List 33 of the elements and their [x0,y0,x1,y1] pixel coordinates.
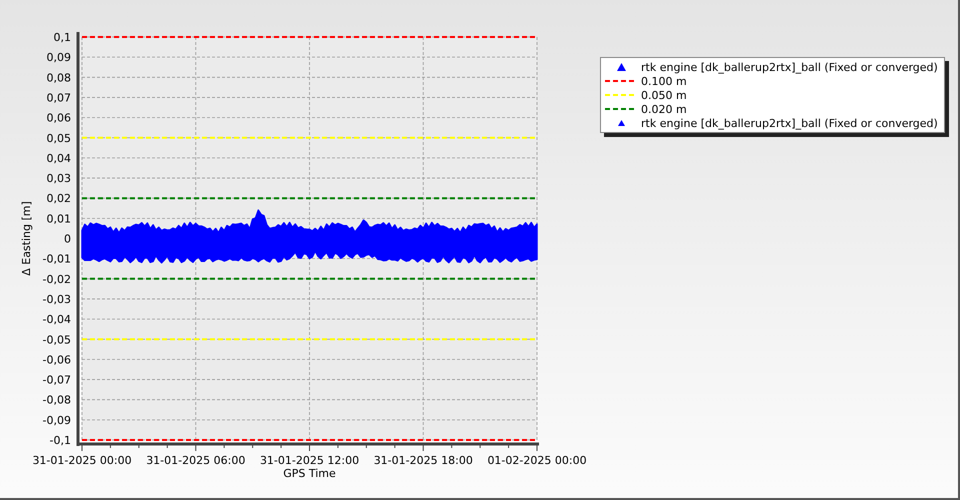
legend-label: 0.100 m [641,74,687,88]
axis-tick-label: -0,01 [42,252,71,266]
axis-tick-label: 0,06 [46,112,71,125]
axis-tick-label: 31-01-2025 00:00 [32,454,132,467]
axis-tick-label: -0,05 [42,333,71,346]
legend-label: 0.020 m [641,102,687,116]
axis-tick-label: -0,03 [42,292,71,306]
axis-tick-label: 0,05 [46,132,71,145]
axis-tick-label: 0,04 [46,152,71,165]
axis-tick-label: 0,03 [46,172,71,186]
axis-tick-label: 0,09 [46,51,71,64]
axis-tick-label: -0,07 [42,374,71,387]
axis-tick-label: 31-01-2025 18:00 [374,454,473,467]
axis-tick-label: 0,08 [46,71,71,84]
axis-tick-label: -0,02 [42,272,71,286]
legend-label: rtk engine [dk_ballerup2rtx]_ball (Fixed or converged) [641,116,938,130]
axis-tick-label: -0,04 [42,313,71,326]
axis-tick-label: -0,06 [42,353,71,366]
axis-tick-label: -0,1 [50,434,71,447]
legend-label: 0.050 m [641,88,687,102]
axis-tick-label: 01-02-2025 00:00 [487,454,587,467]
axis-tick-label: -0,08 [42,394,71,407]
legend-label: rtk engine [dk_ballerup2rtx]_ball (Fixed or converged) [641,60,938,74]
axis-tick-label: -0,09 [42,414,71,427]
axis-tick-label: 0,07 [46,91,71,104]
axis-title: GPS Time [283,467,336,480]
axis-tick-label: 31-01-2025 06:00 [146,454,246,467]
axis-title: Δ Easting [m] [20,201,33,276]
axis-tick-label: 0,02 [46,192,71,206]
axis-tick-label: 0 [64,232,71,246]
axis-tick-label: 31-01-2025 12:00 [260,454,360,467]
axis-tick-label: 0,1 [54,31,71,44]
axis-tick-label: 0,01 [46,212,71,226]
